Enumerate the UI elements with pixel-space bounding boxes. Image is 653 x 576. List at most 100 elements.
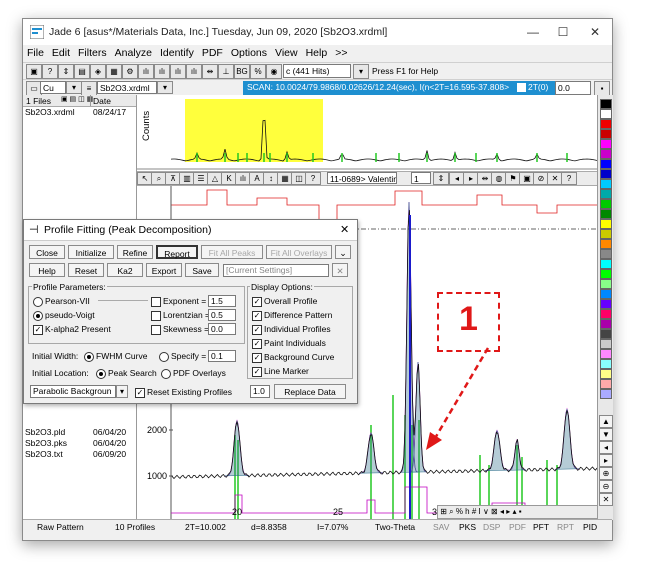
element-dropdown-icon[interactable]: ▾	[66, 81, 82, 94]
file-row[interactable]: Sb2O3.pld 06/04/20	[23, 427, 136, 438]
color-swatch[interactable]	[600, 369, 612, 379]
settings-delete-icon[interactable]: ✕	[332, 263, 348, 277]
info-icon[interactable]: ?	[561, 172, 577, 185]
fwhm-radio[interactable]	[84, 352, 94, 362]
status-pdf[interactable]: PDF	[509, 522, 526, 532]
fit-all-overlays-button[interactable]: Fit All Overlays	[266, 245, 332, 259]
replace-data-button[interactable]: Replace Data	[274, 384, 346, 399]
replace-input[interactable]: 1.0	[250, 385, 270, 398]
ka2-button[interactable]: Ka2	[107, 263, 143, 277]
save-icon[interactable]: ▦	[106, 64, 122, 79]
list-icon[interactable]: ≡	[81, 81, 97, 96]
color-swatch[interactable]	[600, 159, 612, 169]
updown-icon[interactable]: ⇕	[58, 64, 74, 79]
settings-combo[interactable]: [Current Settings]	[223, 264, 329, 277]
sidebar-nav-button[interactable]: ⊕	[599, 467, 613, 480]
view-icons[interactable]: ▣ ▤ ◫ ▦	[61, 95, 93, 103]
color-swatch[interactable]	[600, 189, 612, 199]
peaks-icon[interactable]: ılı	[138, 64, 154, 79]
maximize-button[interactable]: ☐	[547, 23, 579, 41]
color-swatch[interactable]	[600, 179, 612, 189]
peak-search-radio[interactable]	[96, 369, 106, 379]
color-swatch[interactable]	[600, 119, 612, 129]
color-swatch[interactable]	[600, 379, 612, 389]
specify-radio[interactable]	[159, 352, 169, 362]
color-swatch[interactable]	[600, 319, 612, 329]
settings-icon[interactable]: ⚙	[122, 64, 138, 79]
scale-icon[interactable]: %	[250, 64, 266, 79]
display-option-checkbox[interactable]: ✓	[252, 367, 262, 377]
color-swatch[interactable]	[600, 279, 612, 289]
two-theta-checkbox[interactable]	[517, 83, 526, 93]
file-dropdown-icon[interactable]: ▾	[157, 81, 173, 94]
exponent-checkbox[interactable]	[151, 297, 161, 307]
skewness-input[interactable]: 0.0	[208, 323, 236, 335]
sidebar-nav-button[interactable]: ▲	[599, 415, 613, 428]
pdf-overlays-radio[interactable]	[161, 369, 171, 379]
pdf-card-combo[interactable]: 11-0689> Valentinite	[327, 172, 397, 184]
close-window-button[interactable]: ✕	[579, 23, 611, 41]
element-combo[interactable]: Cu	[40, 81, 66, 94]
mirror-icon[interactable]: ⇹	[202, 64, 218, 79]
display-option-checkbox[interactable]: ✓	[252, 353, 262, 363]
file-row[interactable]: Sb2O3.xrdml 08/24/17	[23, 107, 136, 118]
help-small-icon[interactable]: ?	[305, 172, 321, 185]
card-spin[interactable]: 1	[411, 172, 431, 184]
specify-input[interactable]: 0.1	[208, 350, 236, 362]
status-sav[interactable]: SAV	[433, 522, 449, 532]
sidebar-nav-button[interactable]: ▸	[599, 454, 613, 467]
pin-icon[interactable]: ⊣	[29, 223, 39, 236]
sidebar-nav-button[interactable]: ✕	[599, 493, 613, 506]
globe-icon[interactable]: ◉	[266, 64, 282, 79]
menu-more[interactable]: >>	[331, 45, 351, 61]
color-swatch[interactable]	[600, 329, 612, 339]
exponent-input[interactable]: 1.5	[208, 295, 236, 307]
close-button[interactable]: Close	[29, 245, 65, 259]
color-swatch[interactable]	[600, 129, 612, 139]
menu-filters[interactable]: Filters	[74, 45, 111, 61]
date-column-header[interactable]: Date	[93, 96, 111, 106]
color-swatch[interactable]	[600, 219, 612, 229]
sidebar-nav-button[interactable]: ◂	[599, 441, 613, 454]
status-pks[interactable]: PKS	[459, 522, 476, 532]
export-button[interactable]: Export	[146, 263, 182, 277]
color-swatch[interactable]	[600, 269, 612, 279]
color-swatch[interactable]	[600, 169, 612, 179]
minimize-button[interactable]: —	[517, 23, 549, 41]
menu-analyze[interactable]: Analyze	[111, 45, 156, 61]
dialog-close-icon[interactable]: ✕	[340, 223, 349, 236]
bg-icon[interactable]: BG	[234, 64, 250, 79]
refine-button[interactable]: Refine	[117, 245, 153, 259]
status-rpt[interactable]: RPT	[557, 522, 574, 532]
display-option-checkbox[interactable]: ✓	[252, 325, 262, 335]
menu-help[interactable]: Help	[302, 45, 332, 61]
file-row[interactable]: Sb2O3.pks 06/04/20	[23, 438, 136, 449]
color-swatch[interactable]	[600, 349, 612, 359]
file-row[interactable]: Sb2O3.txt 06/09/20	[23, 449, 136, 460]
background-dropdown-icon[interactable]: ▾	[116, 385, 128, 398]
background-combo[interactable]: Parabolic Backgroun	[30, 385, 116, 398]
pearson-radio[interactable]	[33, 297, 43, 307]
fit-icon[interactable]: ⊥	[218, 64, 234, 79]
color-swatch[interactable]	[600, 389, 612, 399]
pseudo-voigt-radio[interactable]	[33, 311, 43, 321]
report-button[interactable]: Report	[156, 245, 198, 259]
save-button[interactable]: Save	[185, 263, 219, 277]
fit-all-peaks-button[interactable]: Fit All Peaks	[201, 245, 263, 259]
peaks4-icon[interactable]: ılı	[186, 64, 202, 79]
nav-icons[interactable]: ⊞ ⌕ % h # I ∨ ⊠ ◂ ▸ ▴ ▪	[438, 507, 521, 516]
color-swatch[interactable]	[600, 309, 612, 319]
initialize-button[interactable]: Initialize	[68, 245, 114, 259]
print-icon[interactable]: ▤	[74, 64, 90, 79]
color-swatch[interactable]	[600, 139, 612, 149]
reset-button[interactable]: Reset	[68, 263, 104, 277]
peaks3-icon[interactable]: ılı	[170, 64, 186, 79]
copy-icon[interactable]: ◈	[90, 64, 106, 79]
color-swatch[interactable]	[600, 229, 612, 239]
display-option-checkbox[interactable]: ✓	[252, 311, 262, 321]
panel-icon[interactable]: ▪	[594, 81, 610, 96]
color-swatch[interactable]	[600, 339, 612, 349]
status-dsp[interactable]: DSP	[483, 522, 500, 532]
skewness-checkbox[interactable]	[151, 325, 161, 335]
open-icon[interactable]: ▣	[26, 64, 42, 79]
